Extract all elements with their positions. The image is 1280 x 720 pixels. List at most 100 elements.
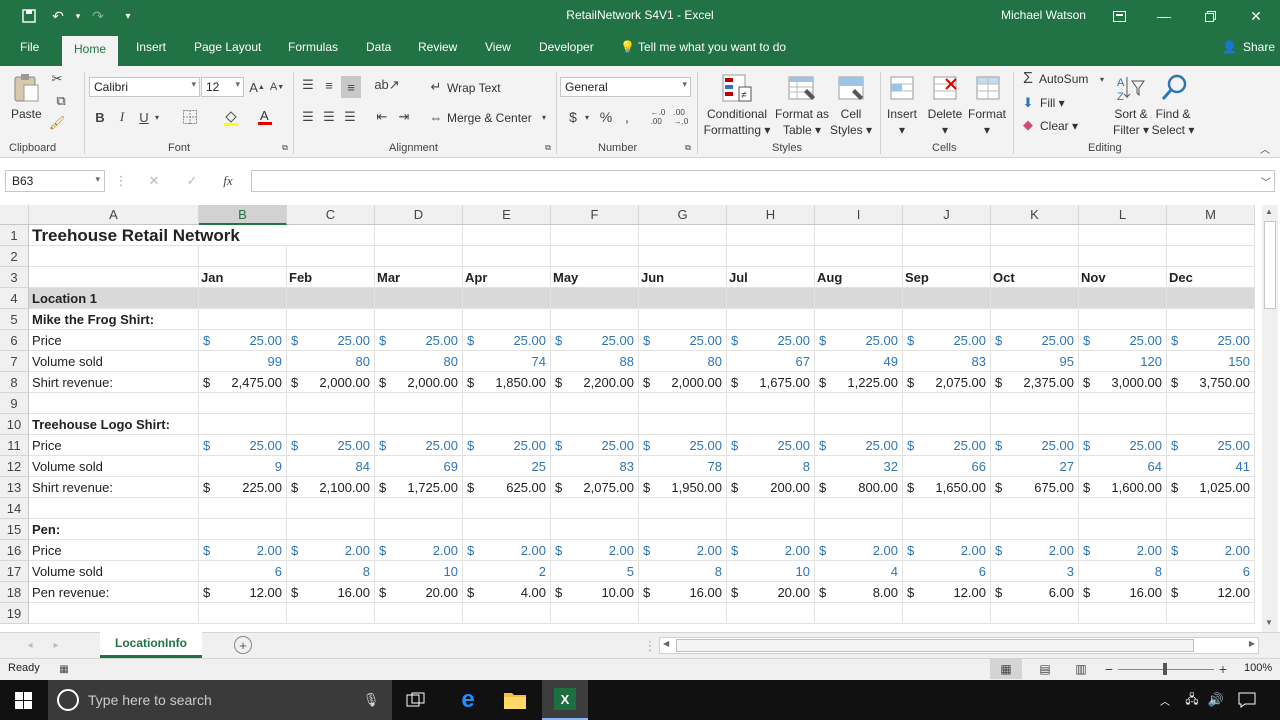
- align-left-icon[interactable]: ☰: [299, 108, 317, 126]
- revenue-cell[interactable]: $3,000.00: [1079, 372, 1167, 393]
- collapse-ribbon-icon[interactable]: ︿: [1258, 142, 1272, 156]
- revenue-cell[interactable]: $20.00: [375, 582, 463, 603]
- month-header[interactable]: Feb: [287, 267, 375, 288]
- cell[interactable]: [1167, 414, 1255, 435]
- cell[interactable]: [991, 246, 1079, 267]
- volume-cell[interactable]: 9: [199, 456, 287, 477]
- horizontal-scrollbar[interactable]: ◀ ▶: [659, 637, 1259, 654]
- cell-label[interactable]: Pen:: [29, 519, 199, 540]
- price-cell[interactable]: $25.00: [815, 435, 903, 456]
- cell[interactable]: [375, 498, 463, 519]
- price-cell[interactable]: $2.00: [199, 540, 287, 561]
- tell-me-search[interactable]: Tell me what you want to do: [638, 40, 786, 54]
- revenue-cell[interactable]: $625.00: [463, 477, 551, 498]
- font-name-select[interactable]: Calibri ▾: [89, 77, 200, 97]
- autosum-button[interactable]: AutoSum: [1039, 72, 1088, 86]
- volume-icon[interactable]: 🔊: [1206, 691, 1226, 709]
- volume-cell[interactable]: 32: [815, 456, 903, 477]
- volume-cell[interactable]: 95: [991, 351, 1079, 372]
- cell[interactable]: [815, 309, 903, 330]
- cell[interactable]: [903, 288, 991, 309]
- tab-review[interactable]: Review: [418, 40, 457, 54]
- format-painter-icon[interactable]: 🖌: [48, 114, 66, 132]
- cell[interactable]: [991, 393, 1079, 414]
- close-icon[interactable]: ✕: [1245, 5, 1267, 27]
- revenue-cell[interactable]: $1,650.00: [903, 477, 991, 498]
- cell[interactable]: [551, 414, 639, 435]
- cell[interactable]: [199, 246, 287, 267]
- cell[interactable]: [1167, 309, 1255, 330]
- taskbar-search-box[interactable]: Type here to search 🎙: [48, 680, 392, 720]
- revenue-cell[interactable]: $2,000.00: [287, 372, 375, 393]
- merge-center-button[interactable]: Merge & Center: [447, 111, 532, 125]
- network-icon[interactable]: 🖧: [1182, 691, 1202, 709]
- cell[interactable]: [815, 603, 903, 624]
- format-cells-button[interactable]: Format ▾: [966, 106, 1008, 138]
- price-cell[interactable]: $25.00: [991, 435, 1079, 456]
- cell[interactable]: [639, 498, 727, 519]
- format-as-table-button[interactable]: Format as Table ▾: [773, 106, 831, 138]
- cell[interactable]: [639, 393, 727, 414]
- cell-label[interactable]: Treehouse Logo Shirt:: [29, 414, 199, 435]
- cell[interactable]: [199, 603, 287, 624]
- page-layout-view-icon[interactable]: ▤: [1036, 659, 1054, 679]
- row-header[interactable]: 12: [0, 456, 29, 477]
- normal-view-icon[interactable]: ▦: [990, 659, 1022, 679]
- cell[interactable]: [287, 225, 375, 246]
- file-explorer-icon[interactable]: [501, 688, 529, 712]
- cell[interactable]: [903, 393, 991, 414]
- tab-file[interactable]: File: [20, 40, 39, 54]
- conditional-formatting-button[interactable]: Conditional Formatting ▾: [703, 106, 771, 138]
- cell[interactable]: [287, 519, 375, 540]
- cell[interactable]: [1079, 309, 1167, 330]
- volume-cell[interactable]: 8: [727, 456, 815, 477]
- cell[interactable]: [1079, 288, 1167, 309]
- cell[interactable]: [287, 309, 375, 330]
- revenue-cell[interactable]: $16.00: [639, 582, 727, 603]
- row-header[interactable]: 18: [0, 582, 29, 603]
- month-header[interactable]: May: [551, 267, 639, 288]
- cell[interactable]: [463, 225, 551, 246]
- cell[interactable]: [991, 288, 1079, 309]
- comma-style-button[interactable]: ,: [620, 108, 634, 126]
- previous-sheet-icon[interactable]: ◂: [24, 637, 36, 653]
- accounting-dropdown-icon[interactable]: ▾: [582, 108, 592, 126]
- cell[interactable]: [551, 603, 639, 624]
- price-cell[interactable]: $25.00: [639, 330, 727, 351]
- cell[interactable]: [463, 414, 551, 435]
- bold-button[interactable]: B: [92, 108, 108, 126]
- volume-cell[interactable]: 80: [375, 351, 463, 372]
- revenue-cell[interactable]: $12.00: [1167, 582, 1255, 603]
- cell-label[interactable]: [29, 393, 199, 414]
- number-dialog-launcher-icon[interactable]: ⧉: [683, 143, 693, 153]
- volume-cell[interactable]: 41: [1167, 456, 1255, 477]
- cell[interactable]: [903, 414, 991, 435]
- cell[interactable]: [1167, 603, 1255, 624]
- select-all-corner[interactable]: [0, 205, 29, 225]
- tab-developer[interactable]: Developer: [539, 40, 594, 54]
- revenue-cell[interactable]: $1,025.00: [1167, 477, 1255, 498]
- revenue-cell[interactable]: $2,000.00: [375, 372, 463, 393]
- cell[interactable]: [1167, 246, 1255, 267]
- cell[interactable]: [287, 603, 375, 624]
- alignment-dialog-launcher-icon[interactable]: ⧉: [543, 143, 553, 153]
- cell[interactable]: [815, 414, 903, 435]
- windows-start-icon[interactable]: [12, 690, 34, 710]
- cell-label[interactable]: Volume sold: [29, 351, 199, 372]
- cell[interactable]: [639, 309, 727, 330]
- cell[interactable]: [199, 393, 287, 414]
- cell[interactable]: [991, 309, 1079, 330]
- cell[interactable]: [375, 288, 463, 309]
- zoom-slider-thumb[interactable]: [1163, 663, 1167, 675]
- cell[interactable]: [639, 246, 727, 267]
- price-cell[interactable]: $25.00: [1079, 435, 1167, 456]
- revenue-cell[interactable]: $2,200.00: [551, 372, 639, 393]
- price-cell[interactable]: $25.00: [463, 435, 551, 456]
- decrease-decimal-icon[interactable]: .00 →.0: [671, 108, 691, 126]
- zoom-out-icon[interactable]: −: [1102, 659, 1116, 679]
- row-header[interactable]: 17: [0, 561, 29, 582]
- cell[interactable]: [287, 414, 375, 435]
- revenue-cell[interactable]: $16.00: [1079, 582, 1167, 603]
- cell[interactable]: [815, 288, 903, 309]
- percent-style-button[interactable]: %: [598, 108, 614, 126]
